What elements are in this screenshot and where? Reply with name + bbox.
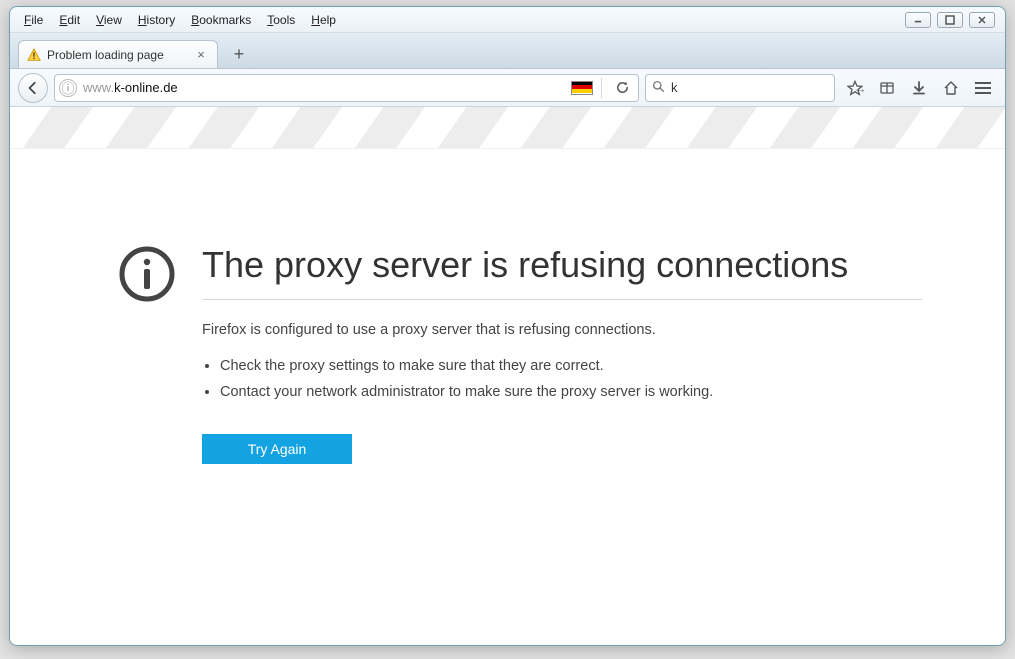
url-bar[interactable]: ⓘ www.k-online.de — [54, 74, 639, 102]
tab-active[interactable]: Problem loading page × — [18, 40, 218, 68]
error-bullet: Check the proxy settings to make sure th… — [220, 358, 922, 374]
try-again-button[interactable]: Try Again — [202, 434, 352, 464]
flag-germany-icon — [571, 81, 593, 95]
menu-help[interactable]: Help — [303, 10, 344, 30]
url-text[interactable]: www.k-online.de — [83, 80, 565, 95]
tab-strip: Problem loading page × + — [10, 33, 1005, 69]
hazard-stripe — [10, 107, 1005, 149]
tab-title: Problem loading page — [47, 48, 187, 62]
minimize-button[interactable] — [905, 12, 931, 28]
reload-button[interactable] — [610, 76, 634, 100]
window-controls — [905, 12, 999, 28]
info-icon — [118, 245, 176, 303]
home-button[interactable] — [937, 74, 965, 102]
error-description: Firefox is configured to use a proxy ser… — [202, 322, 922, 338]
hamburger-icon — [975, 82, 991, 94]
url-domain: k-online.de — [114, 80, 178, 95]
error-suggestions: Check the proxy settings to make sure th… — [202, 358, 922, 400]
menu-history[interactable]: History — [130, 10, 183, 30]
navigation-toolbar: ⓘ www.k-online.de → — [10, 69, 1005, 107]
menu-view[interactable]: View — [88, 10, 130, 30]
menu-bookmarks[interactable]: Bookmarks — [183, 10, 259, 30]
error-body: The proxy server is refusing connections… — [202, 245, 922, 464]
new-tab-button[interactable]: + — [226, 42, 252, 66]
menu-hamburger-button[interactable] — [969, 74, 997, 102]
bookmark-star-button[interactable] — [841, 74, 869, 102]
page-content: The proxy server is refusing connections… — [10, 107, 1005, 645]
error-container: The proxy server is refusing connections… — [10, 149, 1005, 464]
browser-window: File Edit View History Bookmarks Tools H… — [9, 6, 1006, 646]
warning-icon — [27, 48, 41, 62]
separator — [601, 78, 602, 98]
menu-file[interactable]: File — [16, 10, 51, 30]
library-button[interactable] — [873, 74, 901, 102]
toolbar-icons — [841, 74, 997, 102]
close-button[interactable] — [969, 12, 995, 28]
divider — [202, 299, 922, 300]
url-prefix: www. — [83, 80, 114, 95]
search-input[interactable] — [671, 80, 847, 95]
downloads-button[interactable] — [905, 74, 933, 102]
search-bar[interactable]: → — [645, 74, 835, 102]
menu-edit[interactable]: Edit — [51, 10, 88, 30]
menu-tools[interactable]: Tools — [259, 10, 303, 30]
menu-bar: File Edit View History Bookmarks Tools H… — [10, 7, 1005, 33]
error-title: The proxy server is refusing connections — [202, 245, 922, 299]
search-icon — [652, 80, 665, 96]
maximize-button[interactable] — [937, 12, 963, 28]
back-button[interactable] — [18, 73, 48, 103]
tab-close-button[interactable]: × — [193, 47, 209, 63]
identity-icon[interactable]: ⓘ — [59, 79, 77, 97]
error-bullet: Contact your network administrator to ma… — [220, 384, 922, 400]
